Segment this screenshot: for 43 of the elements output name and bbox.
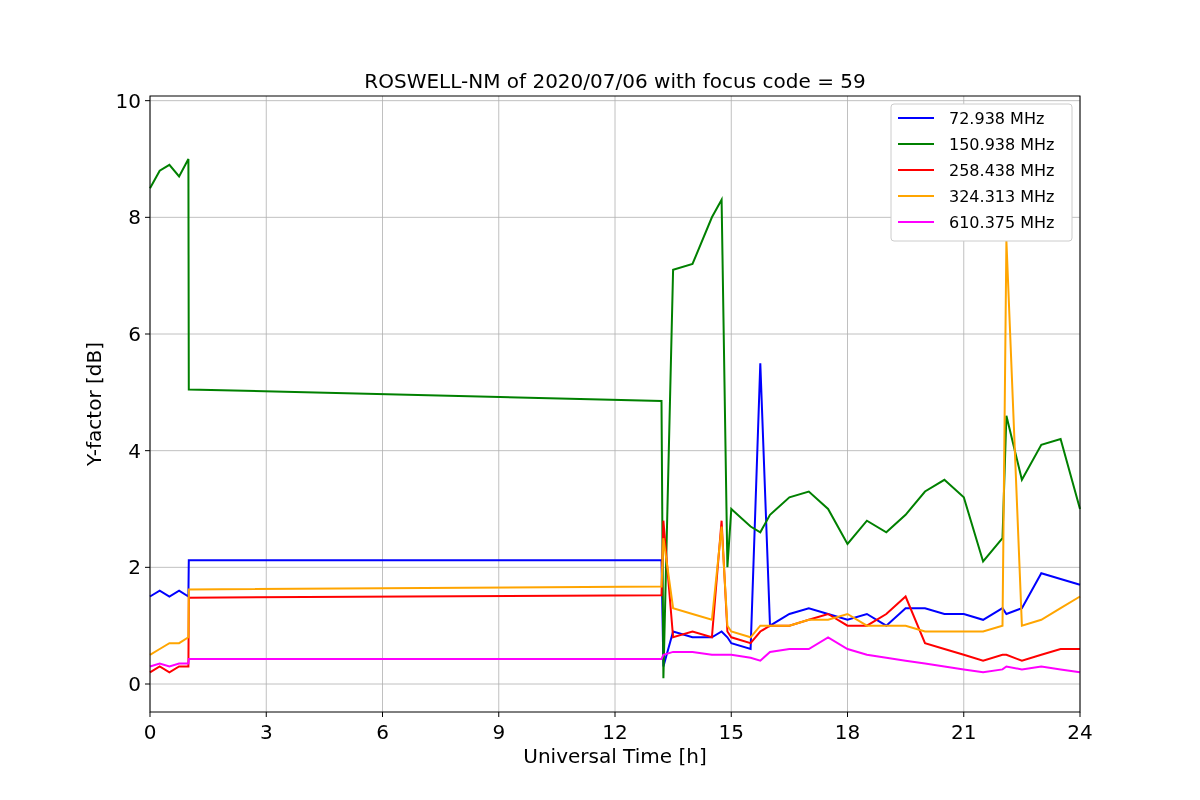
y-tick-label: 8 — [128, 205, 141, 230]
x-axis-label: Universal Time [h] — [523, 744, 707, 768]
x-tick-label: 24 — [1067, 720, 1093, 744]
y-tick-label: 4 — [128, 438, 141, 463]
tick-mark — [144, 683, 151, 685]
legend-label: 324.313 MHz — [949, 187, 1055, 206]
x-tick-label: 15 — [718, 720, 744, 744]
x-tick-label: 6 — [376, 720, 389, 744]
tick-mark — [265, 711, 267, 718]
x-tick-label: 21 — [951, 720, 977, 744]
legend-line — [897, 195, 935, 197]
x-tick-label: 9 — [492, 720, 506, 744]
chart-title: ROSWELL-NM of 2020/07/06 with focus code = 59 — [364, 69, 866, 93]
legend-line — [897, 117, 935, 119]
tick-mark — [382, 711, 383, 718]
tick-mark — [498, 711, 500, 718]
tick-mark — [963, 711, 965, 718]
tick-mark — [847, 711, 848, 718]
tick-mark — [614, 711, 616, 718]
legend-label: 258.438 MHz — [949, 161, 1055, 180]
legend-line — [897, 143, 935, 145]
y-tick-label: 2 — [128, 555, 141, 580]
tick-mark — [730, 711, 732, 718]
tick-mark — [144, 450, 151, 452]
x-tick-label: 0 — [143, 720, 157, 744]
legend-line — [897, 221, 935, 223]
tick-mark — [144, 566, 151, 568]
y-tick-label: 10 — [115, 88, 141, 113]
legend-line — [897, 169, 935, 171]
tick-mark — [1079, 711, 1081, 718]
tick-mark — [144, 216, 151, 218]
x-tick-label: 12 — [602, 720, 628, 744]
x-tick-label: 18 — [834, 720, 861, 744]
x-tick-label: 3 — [259, 720, 273, 744]
tick-mark — [144, 100, 151, 102]
legend-label: 610.375 MHz — [949, 213, 1055, 232]
y-tick-label: 6 — [128, 322, 141, 346]
tick-mark — [144, 333, 151, 335]
y-tick-label: 0 — [128, 672, 141, 696]
tick-mark — [149, 711, 151, 718]
legend-label: 150.938 MHz — [949, 135, 1055, 154]
y-axis-label: Y-factor [dB] — [82, 342, 106, 466]
legend-label: 72.938 MHz — [949, 109, 1045, 128]
